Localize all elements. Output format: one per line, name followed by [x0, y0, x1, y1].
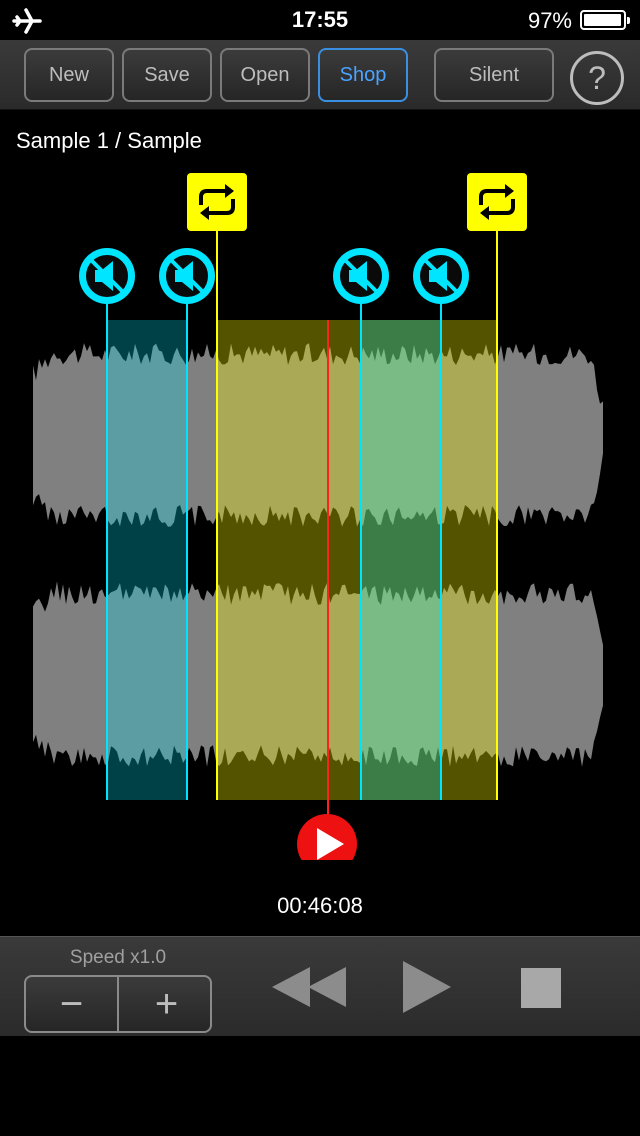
- silent-button[interactable]: Silent: [434, 48, 554, 102]
- playback-time: 00:46:08: [277, 893, 363, 918]
- battery-icon: [580, 10, 630, 30]
- toolbar: New Save Open Shop Silent ?: [0, 40, 640, 110]
- loop-start-icon[interactable]: [187, 173, 247, 231]
- track-title: Sample 1 / Sample: [16, 128, 202, 153]
- mute-start-icon-1[interactable]: [79, 248, 135, 304]
- play-icon[interactable]: [400, 959, 454, 1015]
- mute-end-icon-2[interactable]: [413, 248, 469, 304]
- mute-region-1: [107, 320, 187, 800]
- loop-region: [217, 320, 497, 800]
- speed-increase-button[interactable]: +: [120, 977, 213, 1031]
- shop-button[interactable]: Shop: [318, 48, 408, 102]
- help-button[interactable]: ?: [570, 51, 624, 105]
- waveform-editor[interactable]: [0, 170, 640, 860]
- mute-start-icon-2[interactable]: [333, 248, 389, 304]
- rewind-icon[interactable]: [270, 965, 350, 1009]
- play-marker-icon[interactable]: [297, 814, 357, 860]
- loop-end-icon[interactable]: [467, 173, 527, 231]
- speed-stepper: − +: [24, 975, 212, 1033]
- open-button[interactable]: Open: [220, 48, 310, 102]
- waveform-canvas[interactable]: [0, 170, 640, 860]
- status-bar: 17:55 97%: [0, 0, 640, 40]
- mute-region-2: [361, 320, 441, 800]
- speed-decrease-button[interactable]: −: [26, 977, 119, 1031]
- playback-controls: Speed x1.0 − +: [0, 936, 640, 1036]
- new-button[interactable]: New: [24, 48, 114, 102]
- mute-end-icon-1[interactable]: [159, 248, 215, 304]
- stop-icon[interactable]: [520, 967, 562, 1009]
- speed-label: Speed x1.0: [69, 947, 167, 968]
- battery-percent: 97%: [527, 8, 572, 33]
- save-button[interactable]: Save: [122, 48, 212, 102]
